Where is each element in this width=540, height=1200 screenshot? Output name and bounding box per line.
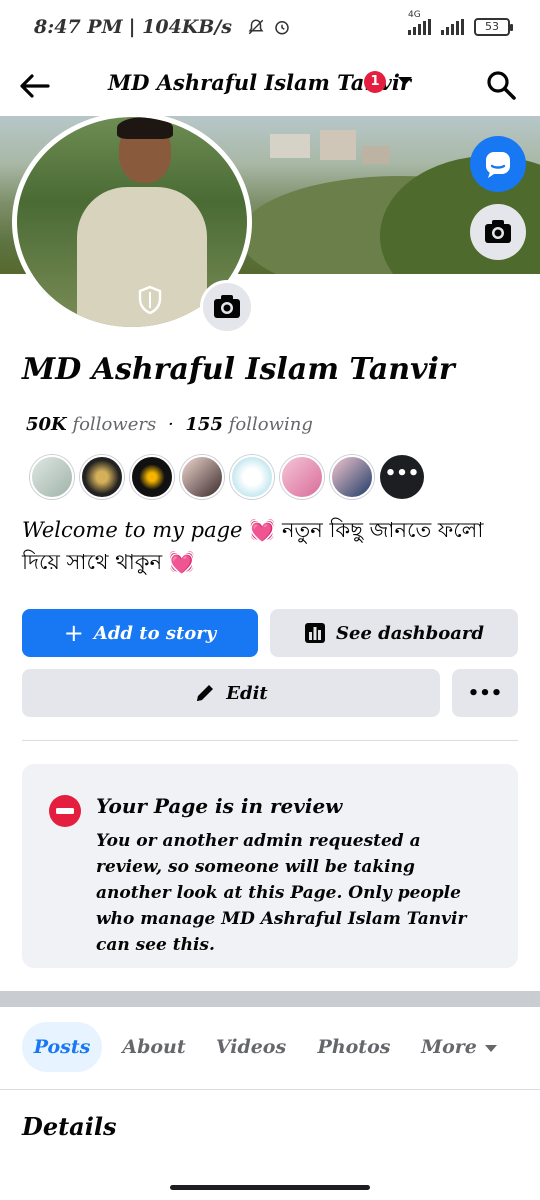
caret-down-icon[interactable] <box>398 77 412 85</box>
bio-english: Welcome to my page <box>22 518 243 542</box>
status-bar: 8:47 PM | 104KB/s 4G 53 <box>0 0 540 56</box>
notification-badge[interactable]: 1 <box>364 71 386 93</box>
review-body: You or another admin requested a review,… <box>96 831 467 955</box>
plus-icon: + <box>63 619 84 647</box>
network-type: 4G <box>408 10 421 20</box>
back-arrow-icon[interactable] <box>14 66 54 106</box>
tab-about[interactable]: About <box>118 1022 190 1072</box>
search-icon[interactable] <box>484 68 518 102</box>
see-dashboard-button[interactable]: See dashboard <box>270 609 518 657</box>
heart-emoji: 💓 <box>168 550 195 574</box>
dashboard-icon <box>305 623 326 643</box>
follower-avatar[interactable] <box>180 455 224 499</box>
no-entry-icon <box>49 795 81 827</box>
tab-posts[interactable]: Posts <box>22 1022 102 1072</box>
caret-down-icon <box>484 1044 497 1052</box>
details-heading: Details <box>22 1112 117 1141</box>
add-to-story-label: Add to story <box>93 622 217 644</box>
shield-icon <box>138 285 162 315</box>
page-header: MD Ashraful Islam Tanvir 1 <box>0 56 540 116</box>
follower-avatar[interactable] <box>130 455 174 499</box>
follower-avatar[interactable] <box>30 455 74 499</box>
follower-avatar[interactable] <box>330 455 374 499</box>
more-options-button[interactable]: ••• <box>452 669 518 717</box>
tab-videos[interactable]: Videos <box>210 1022 292 1072</box>
signal-4g: 4G <box>408 10 431 35</box>
see-dashboard-label: See dashboard <box>336 622 484 644</box>
following-label[interactable]: following <box>229 414 313 435</box>
cover-camera-button[interactable] <box>470 204 526 260</box>
follow-stats: 50K followers · 155 following <box>26 414 313 435</box>
followers-label[interactable]: followers <box>72 414 156 435</box>
camera-icon <box>214 295 240 318</box>
tab-more-label: More <box>421 1036 477 1058</box>
camera-icon <box>485 220 511 243</box>
status-time-speed: 8:47 PM | 104KB/s <box>34 16 291 38</box>
follower-avatar[interactable] <box>280 455 324 499</box>
edit-label: Edit <box>226 682 268 704</box>
messenger-button[interactable] <box>470 136 526 192</box>
status-speed: | 104KB/s <box>128 16 233 38</box>
messenger-icon <box>486 152 510 178</box>
heart-emoji: 💓 <box>249 518 276 542</box>
tab-more[interactable]: More <box>414 1022 504 1072</box>
followers-count[interactable]: 50K <box>26 414 67 435</box>
follower-avatar[interactable] <box>230 455 274 499</box>
signal-bars-icon <box>408 19 431 35</box>
stats-separator: · <box>167 414 174 435</box>
section-divider <box>22 740 518 741</box>
add-to-story-button[interactable]: + Add to story <box>22 609 258 657</box>
tab-photos[interactable]: Photos <box>312 1022 396 1072</box>
avatar-camera-button[interactable] <box>200 280 254 334</box>
mute-icon <box>248 19 264 35</box>
more-followers-button[interactable]: ••• <box>380 455 424 499</box>
review-title: Your Page is in review <box>96 794 343 818</box>
alarm-icon <box>275 21 290 35</box>
home-indicator[interactable] <box>170 1185 370 1190</box>
tabs-divider <box>0 1089 540 1090</box>
edit-button[interactable]: Edit <box>22 669 440 717</box>
following-count[interactable]: 155 <box>185 414 223 435</box>
signal-bars-2-icon <box>441 19 464 35</box>
status-time: 8:47 PM <box>34 16 123 38</box>
review-notice-card: Your Page is in review You or another ad… <box>22 764 518 968</box>
profile-tabs: Posts About Videos Photos More <box>0 1022 540 1076</box>
follower-avatar[interactable] <box>80 455 124 499</box>
battery-level: 53 <box>485 20 499 33</box>
pencil-icon <box>197 685 214 701</box>
follower-avatars[interactable]: ••• <box>30 455 424 499</box>
status-indicators: 4G 53 <box>408 10 513 36</box>
profile-bio: Welcome to my page 💓 নতুন কিছু জানতে ফলো… <box>22 514 522 578</box>
section-separator <box>0 991 540 1007</box>
profile-name: MD Ashraful Islam Tanvir <box>22 352 455 387</box>
battery-icon: 53 <box>474 18 513 36</box>
